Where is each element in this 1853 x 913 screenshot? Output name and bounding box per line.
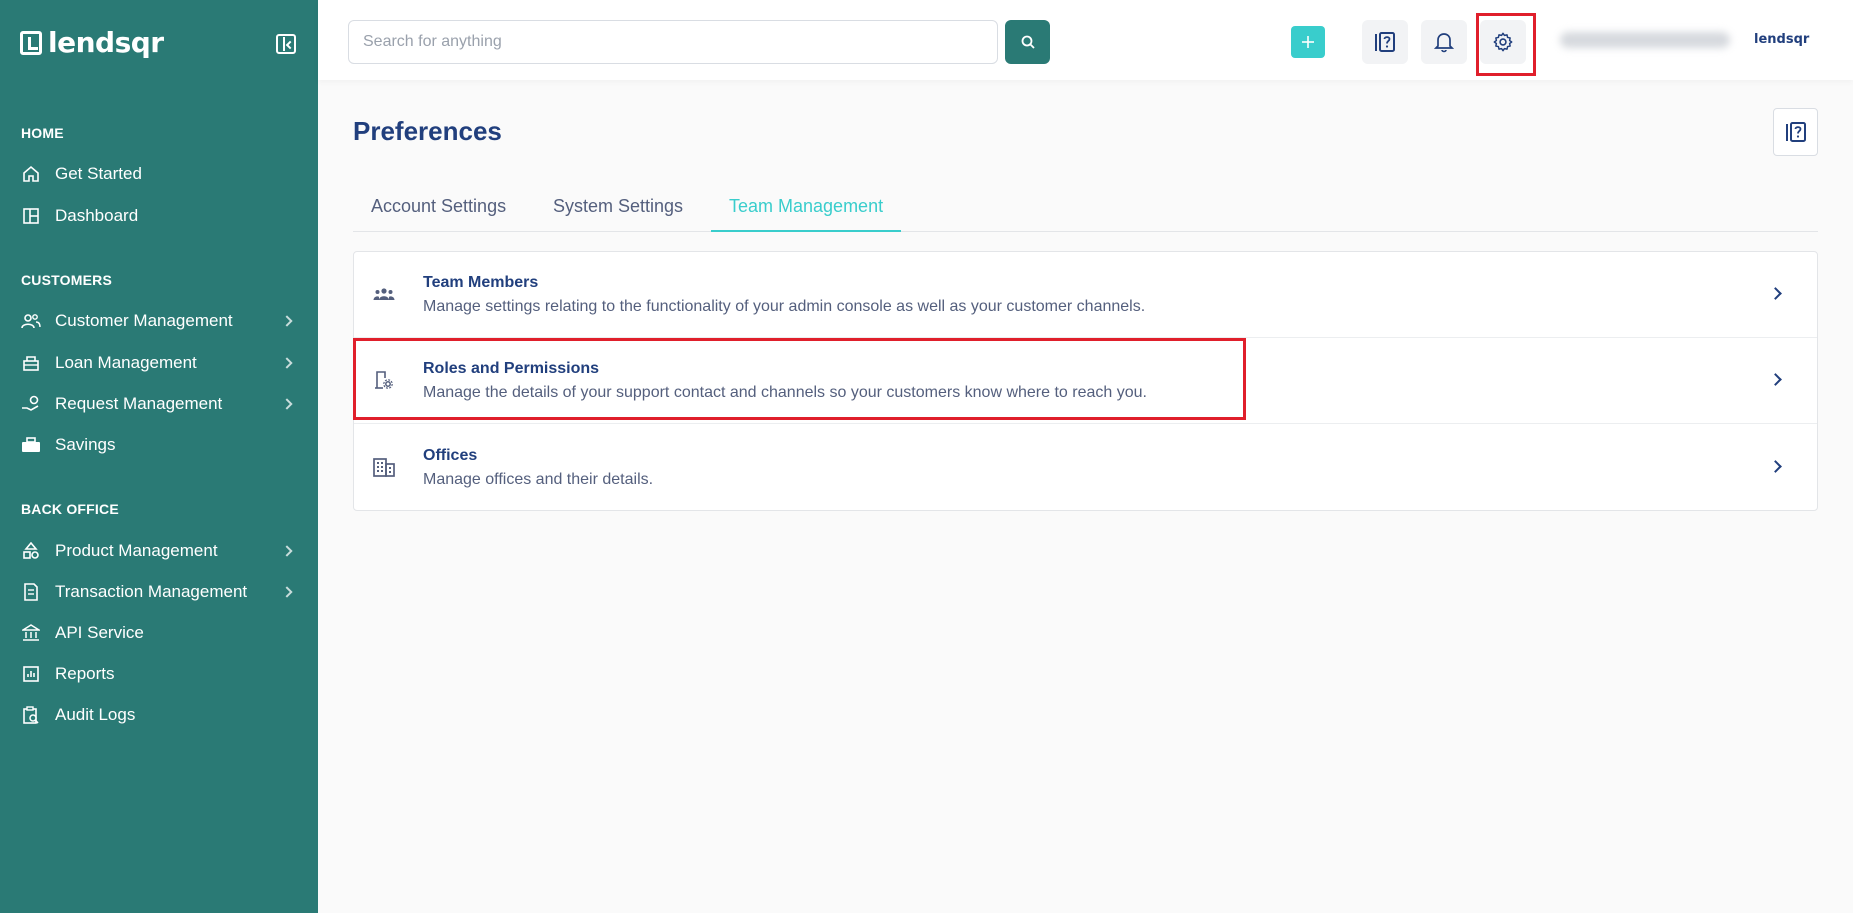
notifications-button[interactable] <box>1421 20 1467 64</box>
sidebar-item-label: Reports <box>55 664 115 683</box>
row-description: Manage offices and their details. <box>423 471 654 488</box>
sidebar-item-api-service[interactable]: API Service <box>0 615 318 651</box>
chevron-right-icon <box>1769 373 1782 386</box>
sidebar-item-reports[interactable]: Reports <box>0 656 318 692</box>
chevron-right-icon <box>1769 460 1782 473</box>
row-title: Team Members <box>423 274 539 291</box>
roles-highlight-box <box>353 338 1246 420</box>
bell-icon <box>1434 33 1454 53</box>
settings-highlight-box <box>1476 13 1536 76</box>
section-customers: CUSTOMERS <box>21 272 112 288</box>
chevron-right-icon <box>281 357 293 369</box>
help-button[interactable] <box>1362 20 1408 64</box>
settings-row-team-members[interactable]: Team Members Manage settings relating to… <box>354 252 1817 338</box>
sidebar-item-loan-management[interactable]: Loan Management <box>0 345 318 381</box>
page-title: Preferences <box>353 116 502 146</box>
logo-text: lendsqr <box>48 26 164 59</box>
sidebar-item-request-management[interactable]: Request Management <box>0 386 318 422</box>
logo-mark-icon <box>20 30 42 55</box>
tab-system-settings[interactable]: System Settings <box>553 196 683 232</box>
sidebar-item-label: Get Started <box>55 164 142 183</box>
sidebar-item-savings[interactable]: Savings <box>0 427 318 463</box>
users-icon <box>21 311 41 331</box>
search-input[interactable] <box>348 20 998 64</box>
audit-icon <box>21 705 41 725</box>
sidebar-item-get-started[interactable]: Get Started <box>0 156 318 192</box>
reports-icon <box>21 664 41 684</box>
tab-account-settings[interactable]: Account Settings <box>371 196 506 232</box>
request-icon <box>21 394 41 414</box>
search-button[interactable] <box>1005 20 1050 64</box>
sidebar-item-audit-logs[interactable]: Audit Logs <box>0 697 318 733</box>
dashboard-icon <box>21 206 41 226</box>
sidebar: lendsqr HOME Get Started Dashboard CUSTO… <box>0 0 318 913</box>
office-icon <box>372 455 396 479</box>
lendsqr-logo[interactable]: lendsqr <box>20 26 164 59</box>
preferences-tabs: Account Settings System Settings Team Ma… <box>353 190 1818 232</box>
page-help-button[interactable] <box>1773 108 1818 156</box>
home-icon <box>21 164 41 184</box>
top-header: lendsqr <box>318 0 1853 80</box>
sidebar-item-label: Request Management <box>55 394 223 413</box>
help-book-icon <box>1785 122 1806 142</box>
settings-row-offices[interactable]: Offices Manage offices and their details… <box>354 425 1817 511</box>
transaction-icon <box>21 582 41 602</box>
sidebar-item-label: API Service <box>55 623 144 642</box>
collapse-sidebar-icon[interactable] <box>276 34 296 54</box>
sidebar-item-label: Transaction Management <box>55 582 248 601</box>
help-book-icon <box>1375 32 1395 52</box>
chevron-right-icon <box>1769 287 1782 300</box>
chevron-right-icon <box>281 398 293 410</box>
sidebar-item-dashboard[interactable]: Dashboard <box>0 198 318 234</box>
loan-icon <box>21 353 41 373</box>
row-title: Offices <box>423 447 478 464</box>
search-icon <box>1021 35 1035 49</box>
user-name-blurred[interactable] <box>1560 32 1730 48</box>
savings-icon <box>21 435 41 455</box>
sidebar-item-customer-management[interactable]: Customer Management <box>0 303 318 339</box>
product-icon <box>21 541 41 561</box>
bank-icon <box>21 623 41 643</box>
team-icon <box>372 282 396 306</box>
sidebar-item-transaction-management[interactable]: Transaction Management <box>0 574 318 610</box>
plus-icon <box>1302 36 1314 48</box>
chevron-right-icon <box>281 315 293 327</box>
chevron-right-icon <box>281 545 293 557</box>
org-logo: lendsqr <box>1754 32 1810 47</box>
sidebar-item-label: Savings <box>55 435 116 454</box>
section-back-office: BACK OFFICE <box>21 501 119 517</box>
add-button[interactable] <box>1291 26 1325 58</box>
chevron-right-icon <box>281 586 293 598</box>
sidebar-item-label: Product Management <box>55 541 218 560</box>
sidebar-item-label: Audit Logs <box>55 705 136 724</box>
sidebar-item-product-management[interactable]: Product Management <box>0 533 318 569</box>
tab-team-management[interactable]: Team Management <box>711 196 902 232</box>
sidebar-item-label: Dashboard <box>55 206 139 225</box>
sidebar-item-label: Customer Management <box>55 311 233 330</box>
sidebar-item-label: Loan Management <box>55 353 197 372</box>
row-description: Manage settings relating to the function… <box>423 298 1146 315</box>
section-home: HOME <box>21 125 64 141</box>
